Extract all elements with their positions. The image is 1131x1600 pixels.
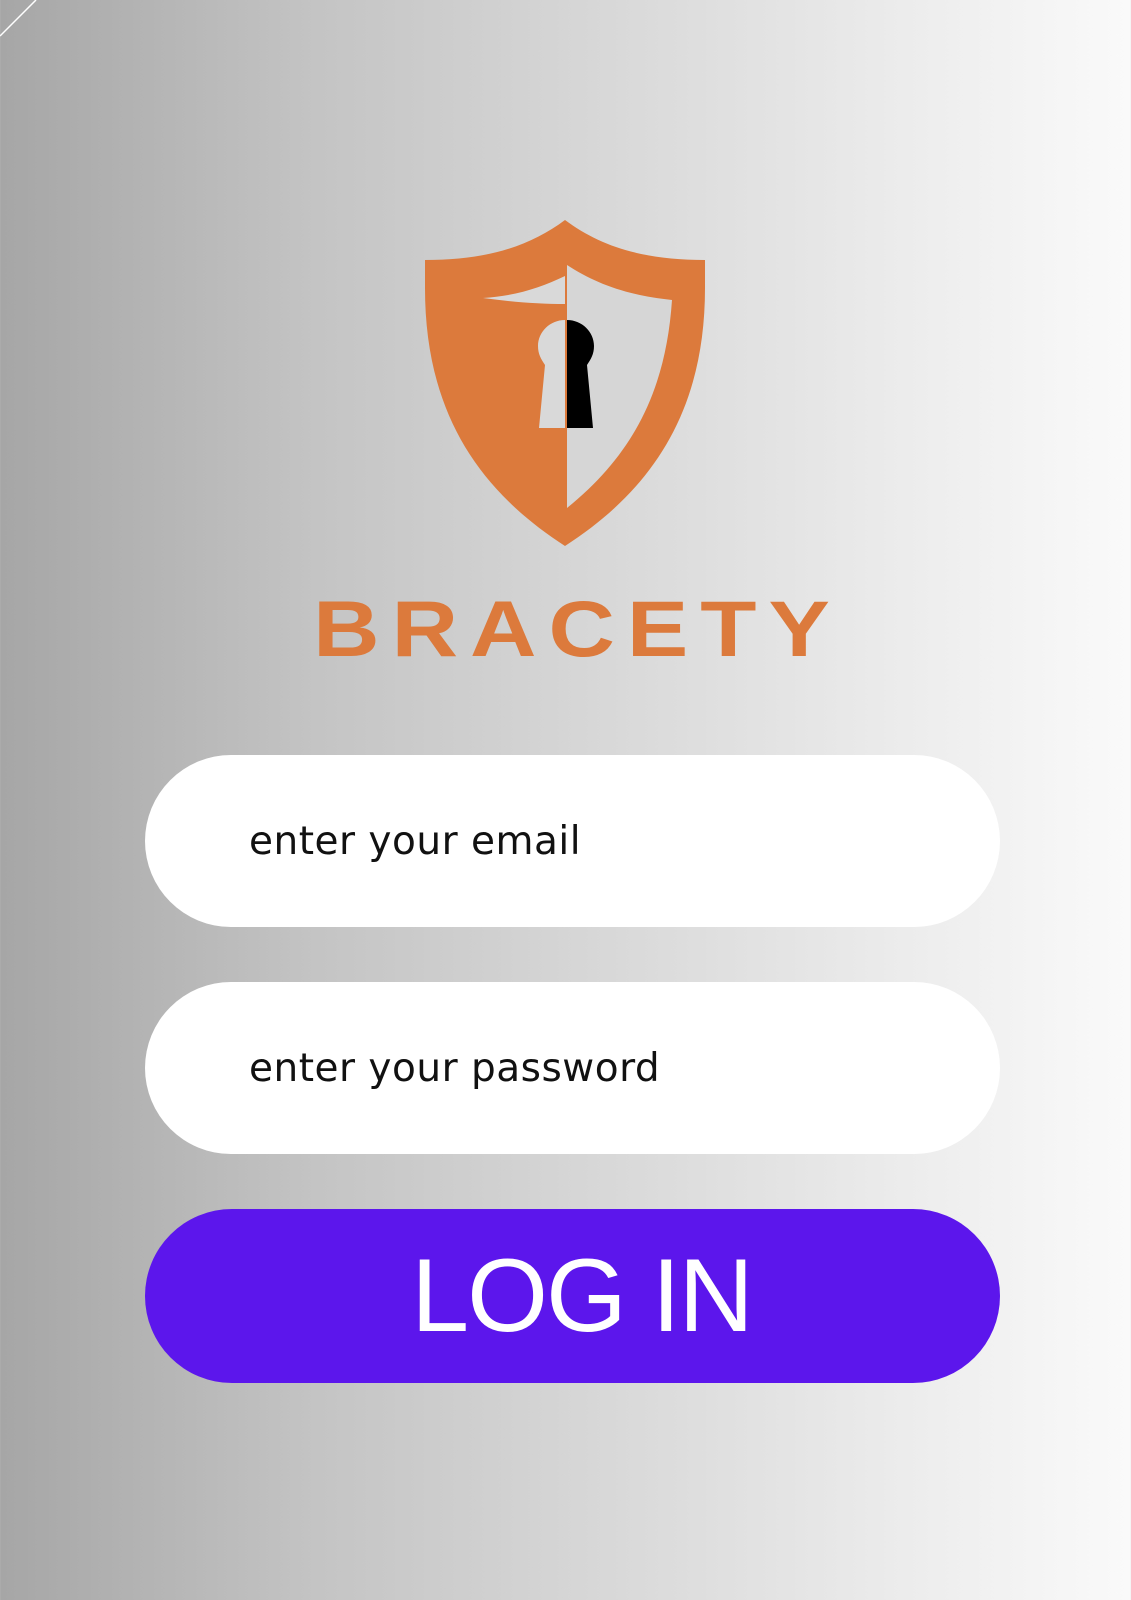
- password-placeholder: enter your password: [249, 1045, 661, 1091]
- brand-name: BRACETY: [313, 585, 842, 674]
- password-field[interactable]: enter your password: [145, 982, 1000, 1154]
- login-button[interactable]: LOG IN: [145, 1209, 1000, 1383]
- login-button-label: LOG IN: [411, 1237, 754, 1354]
- email-field[interactable]: enter your email: [145, 755, 1000, 927]
- email-placeholder: enter your email: [249, 818, 582, 864]
- shield-keyhole-icon: [425, 220, 705, 546]
- corner-decoration: [0, 0, 37, 37]
